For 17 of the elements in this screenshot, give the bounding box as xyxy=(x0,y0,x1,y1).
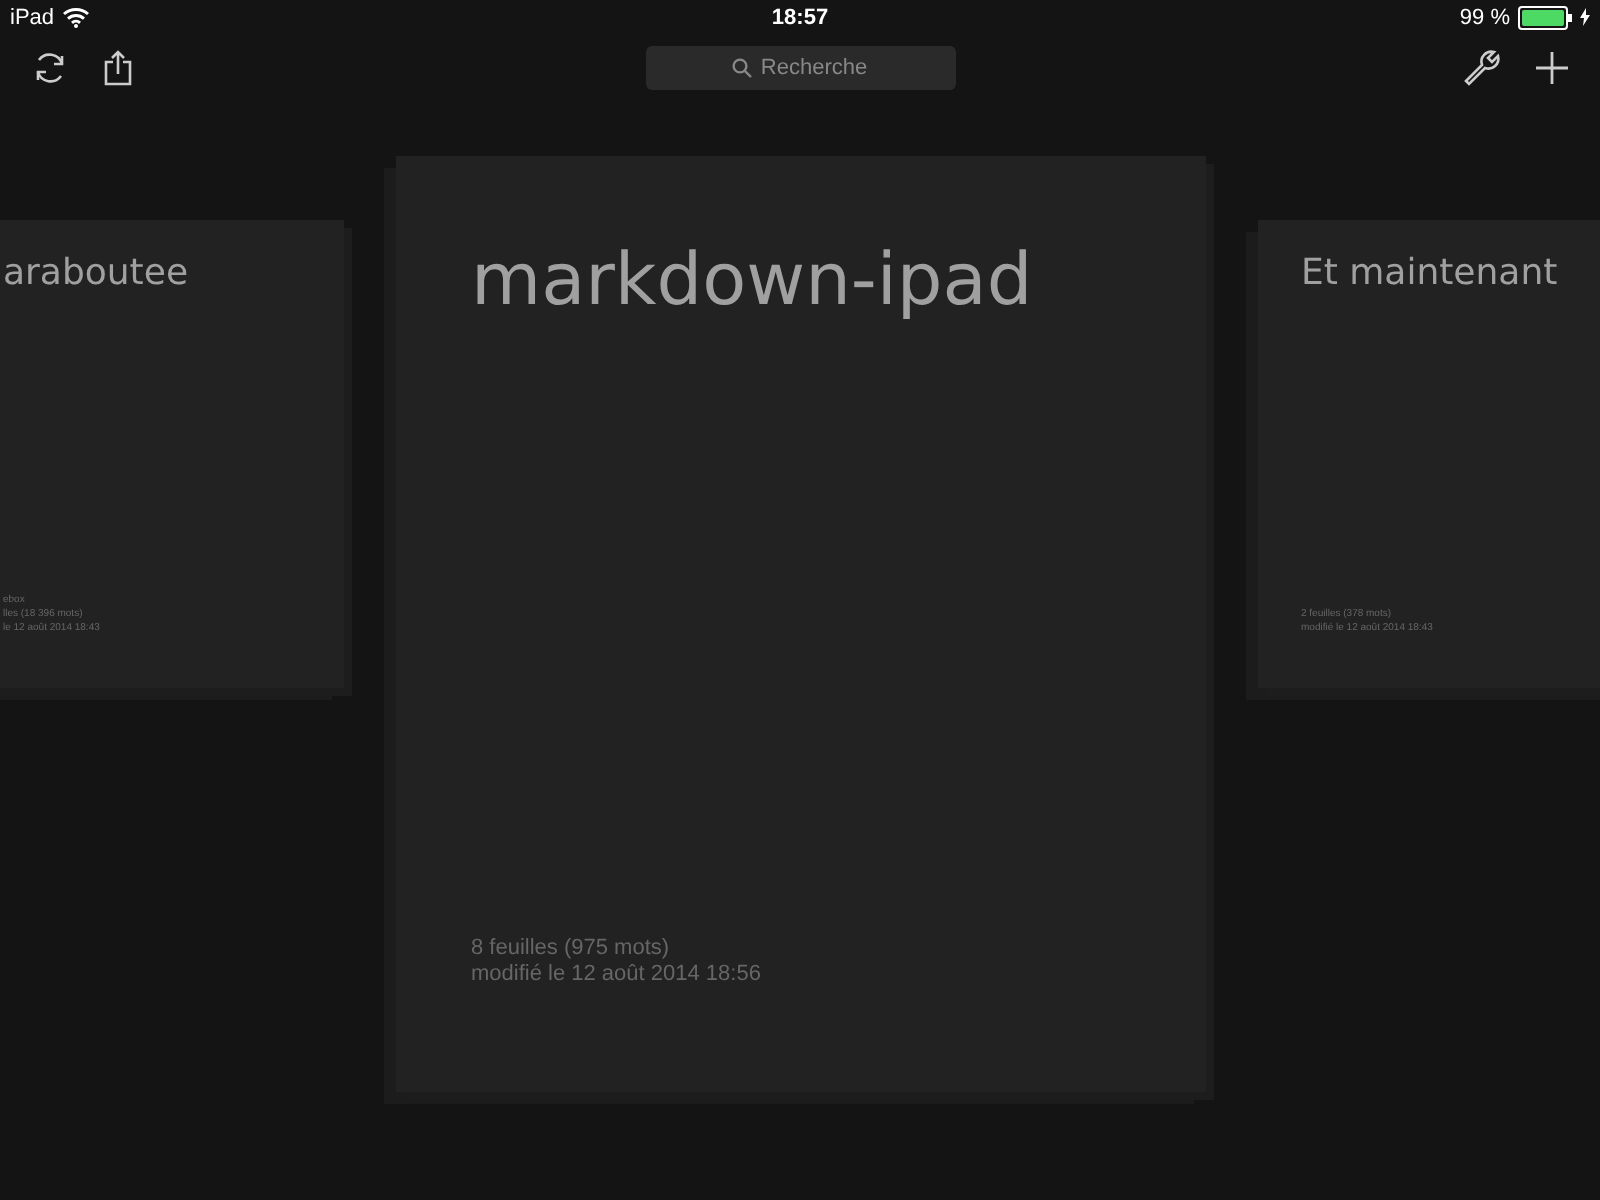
wrench-icon[interactable] xyxy=(1462,47,1502,87)
wifi-icon xyxy=(62,6,91,28)
share-icon[interactable] xyxy=(104,49,132,85)
search-field[interactable]: Recherche xyxy=(645,45,955,89)
document-title: araboutee xyxy=(3,252,191,294)
document-title: Et maintenant xyxy=(1301,252,1560,294)
clock-time: 18:57 xyxy=(771,5,829,29)
battery-icon xyxy=(1518,5,1572,29)
device-name: iPad xyxy=(10,5,55,29)
document-info: 8 feuilles (975 mots) xyxy=(471,936,672,962)
document-card[interactable]: markdown-ipad 8 feuilles (975 mots) modifié le 12 août 2014 18:56 xyxy=(395,156,1205,1092)
sync-icon[interactable] xyxy=(32,49,68,85)
document-title: markdown-ipad xyxy=(471,240,1035,322)
add-icon[interactable] xyxy=(1534,49,1570,85)
document-info: modifié le 12 août 2014 18:56 xyxy=(471,962,763,988)
battery-percent: 99 % xyxy=(1459,5,1510,29)
search-icon xyxy=(732,57,753,77)
